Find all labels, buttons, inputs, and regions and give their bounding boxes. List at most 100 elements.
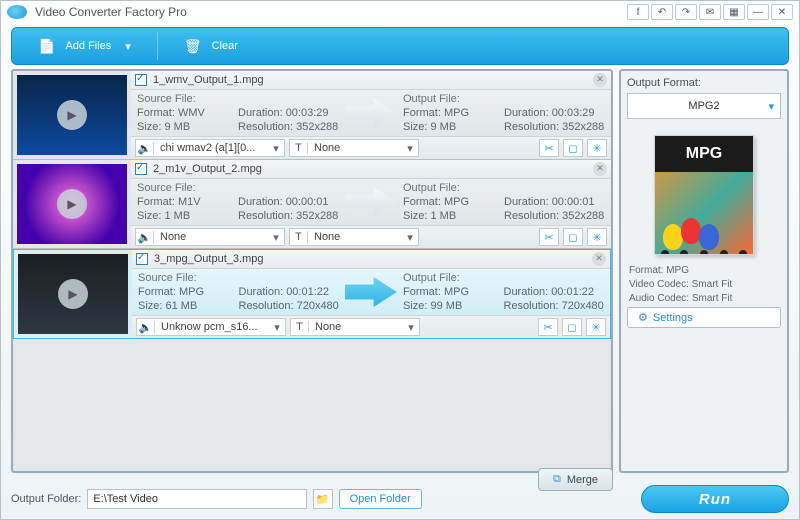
output-resolution: Resolution: 352x288 xyxy=(504,120,605,134)
source-file-label: Source File: xyxy=(138,271,239,285)
close-button[interactable]: ✕ xyxy=(771,4,793,20)
format-info: Format: MPG xyxy=(629,265,779,276)
source-resolution: Resolution: 720x480 xyxy=(239,299,340,313)
item-checkbox[interactable] xyxy=(136,253,148,265)
audio-track-select[interactable]: 🔈 Unknow pcm_s16... ▾ xyxy=(136,318,286,336)
play-icon: ▶ xyxy=(57,100,87,130)
arrow-icon xyxy=(345,98,397,128)
audio-codec-info: Audio Codec: Smart Fit xyxy=(629,293,779,304)
source-format: Format: M1V xyxy=(137,195,238,209)
chevron-down-icon: ▾ xyxy=(402,231,418,244)
video-codec-info: Video Codec: Smart Fit xyxy=(629,279,779,290)
remove-item-button[interactable]: ✕ xyxy=(592,252,606,266)
output-folder-input[interactable]: E:\Test Video xyxy=(87,489,306,509)
effects-button[interactable]: ✳ xyxy=(587,139,607,157)
item-filename: 1_wmv_Output_1.mpg xyxy=(153,74,264,86)
video-thumbnail[interactable]: ▶ xyxy=(17,164,127,244)
output-format-select[interactable]: MPG2 ▾ xyxy=(627,93,781,119)
source-file-label: Source File: xyxy=(137,181,238,195)
message-icon[interactable]: ✉ xyxy=(699,4,721,20)
output-size: Size: 99 MB xyxy=(403,299,504,313)
output-format-panel: Output Format: MPG2 ▾ MPG Format: MPG Vi… xyxy=(619,69,789,473)
output-format-value: MPG2 xyxy=(688,100,719,112)
crop-button[interactable]: ◻ xyxy=(563,228,583,246)
redo-icon[interactable]: ↷ xyxy=(675,4,697,20)
footer: Output Folder: E:\Test Video 📁 Open Fold… xyxy=(11,485,789,513)
arrow-icon xyxy=(345,187,397,217)
audio-track-select[interactable]: 🔈 None ▾ xyxy=(135,228,285,246)
list-item[interactable]: ▶ 1_wmv_Output_1.mpg ✕ Source File: Form… xyxy=(13,71,611,160)
chevron-down-icon: ▾ xyxy=(403,321,419,334)
registry-icon[interactable]: ▦ xyxy=(723,4,745,20)
item-filename: 3_mpg_Output_3.mpg xyxy=(154,253,263,265)
item-checkbox[interactable] xyxy=(135,74,147,86)
undo-icon[interactable]: ↶ xyxy=(651,4,673,20)
merge-label: Merge xyxy=(567,474,598,486)
subtitle-select[interactable]: T None ▾ xyxy=(289,228,419,246)
source-size: Size: 61 MB xyxy=(138,299,239,313)
subtitle-icon: T xyxy=(291,321,309,333)
add-files-button[interactable]: 📄 Add Files ▾ xyxy=(12,28,157,64)
run-button[interactable]: Run xyxy=(641,485,789,513)
crop-button[interactable]: ◻ xyxy=(562,318,582,336)
source-size: Size: 1 MB xyxy=(137,209,238,223)
source-duration: Duration: 00:03:29 xyxy=(238,106,339,120)
open-folder-button[interactable]: Open Folder xyxy=(339,489,422,509)
preview-format-label: MPG xyxy=(655,136,753,172)
subtitle-value: None xyxy=(308,142,402,154)
audio-track-value: None xyxy=(154,231,268,243)
output-duration: Duration: 00:01:22 xyxy=(504,285,605,299)
subtitle-select[interactable]: T None ▾ xyxy=(289,139,419,157)
titlebar: Video Converter Factory Pro f ↶ ↷ ✉ ▦ — … xyxy=(1,1,799,23)
main-toolbar: 📄 Add Files ▾ 🗑 Clear xyxy=(11,27,789,65)
subtitle-icon: T xyxy=(290,142,308,154)
app-logo-icon xyxy=(7,5,27,19)
source-resolution: Resolution: 352x288 xyxy=(238,120,339,134)
app-title: Video Converter Factory Pro xyxy=(35,5,187,19)
output-file-label: Output File: xyxy=(403,181,504,195)
output-format: Format: MPG xyxy=(403,285,504,299)
item-checkbox[interactable] xyxy=(135,163,147,175)
preview-image xyxy=(655,172,753,255)
speaker-icon: 🔈 xyxy=(136,231,154,244)
file-list: ▶ 1_wmv_Output_1.mpg ✕ Source File: Form… xyxy=(11,69,613,473)
settings-button[interactable]: ⚙ Settings xyxy=(627,307,781,328)
trash-icon: 🗑 xyxy=(184,38,202,55)
audio-track-value: Unknow pcm_s16... xyxy=(155,321,269,333)
effects-button[interactable]: ✳ xyxy=(587,228,607,246)
audio-track-select[interactable]: 🔈 chi wmav2 (a[1][0... ▾ xyxy=(135,139,285,157)
play-icon: ▶ xyxy=(58,279,88,309)
chevron-down-icon: ▾ xyxy=(768,100,774,113)
source-duration: Duration: 00:01:22 xyxy=(239,285,340,299)
source-resolution: Resolution: 352x288 xyxy=(238,209,339,223)
list-item[interactable]: ▶ 3_mpg_Output_3.mpg ✕ Source File: Form… xyxy=(13,249,611,339)
remove-item-button[interactable]: ✕ xyxy=(593,162,607,176)
output-format: Format: MPG xyxy=(403,195,504,209)
subtitle-icon: T xyxy=(290,231,308,243)
effects-button[interactable]: ✳ xyxy=(586,318,606,336)
subtitle-value: None xyxy=(308,231,402,243)
clear-button[interactable]: 🗑 Clear xyxy=(158,28,264,64)
browse-folder-button[interactable]: 📁 xyxy=(313,489,333,509)
source-file-label: Source File: xyxy=(137,92,238,106)
crop-button[interactable]: ◻ xyxy=(563,139,583,157)
list-item[interactable]: ▶ 2_m1v_Output_2.mpg ✕ Source File: Form… xyxy=(13,160,611,249)
chevron-down-icon: ▾ xyxy=(268,142,284,155)
format-preview: MPG xyxy=(654,135,754,255)
settings-label: Settings xyxy=(653,312,693,324)
video-thumbnail[interactable]: ▶ xyxy=(18,254,128,334)
cut-button[interactable]: ✂ xyxy=(538,318,558,336)
cut-button[interactable]: ✂ xyxy=(539,139,559,157)
folder-icon: 📁 xyxy=(316,493,330,506)
output-format: Format: MPG xyxy=(403,106,504,120)
arrow-icon xyxy=(345,277,397,307)
add-file-icon: 📄 xyxy=(38,38,55,55)
cut-button[interactable]: ✂ xyxy=(539,228,559,246)
subtitle-select[interactable]: T None ▾ xyxy=(290,318,420,336)
output-format-title: Output Format: xyxy=(627,77,781,89)
facebook-icon[interactable]: f xyxy=(627,4,649,20)
remove-item-button[interactable]: ✕ xyxy=(593,73,607,87)
video-thumbnail[interactable]: ▶ xyxy=(17,75,127,155)
source-size: Size: 9 MB xyxy=(137,120,238,134)
minimize-button[interactable]: — xyxy=(747,4,769,20)
